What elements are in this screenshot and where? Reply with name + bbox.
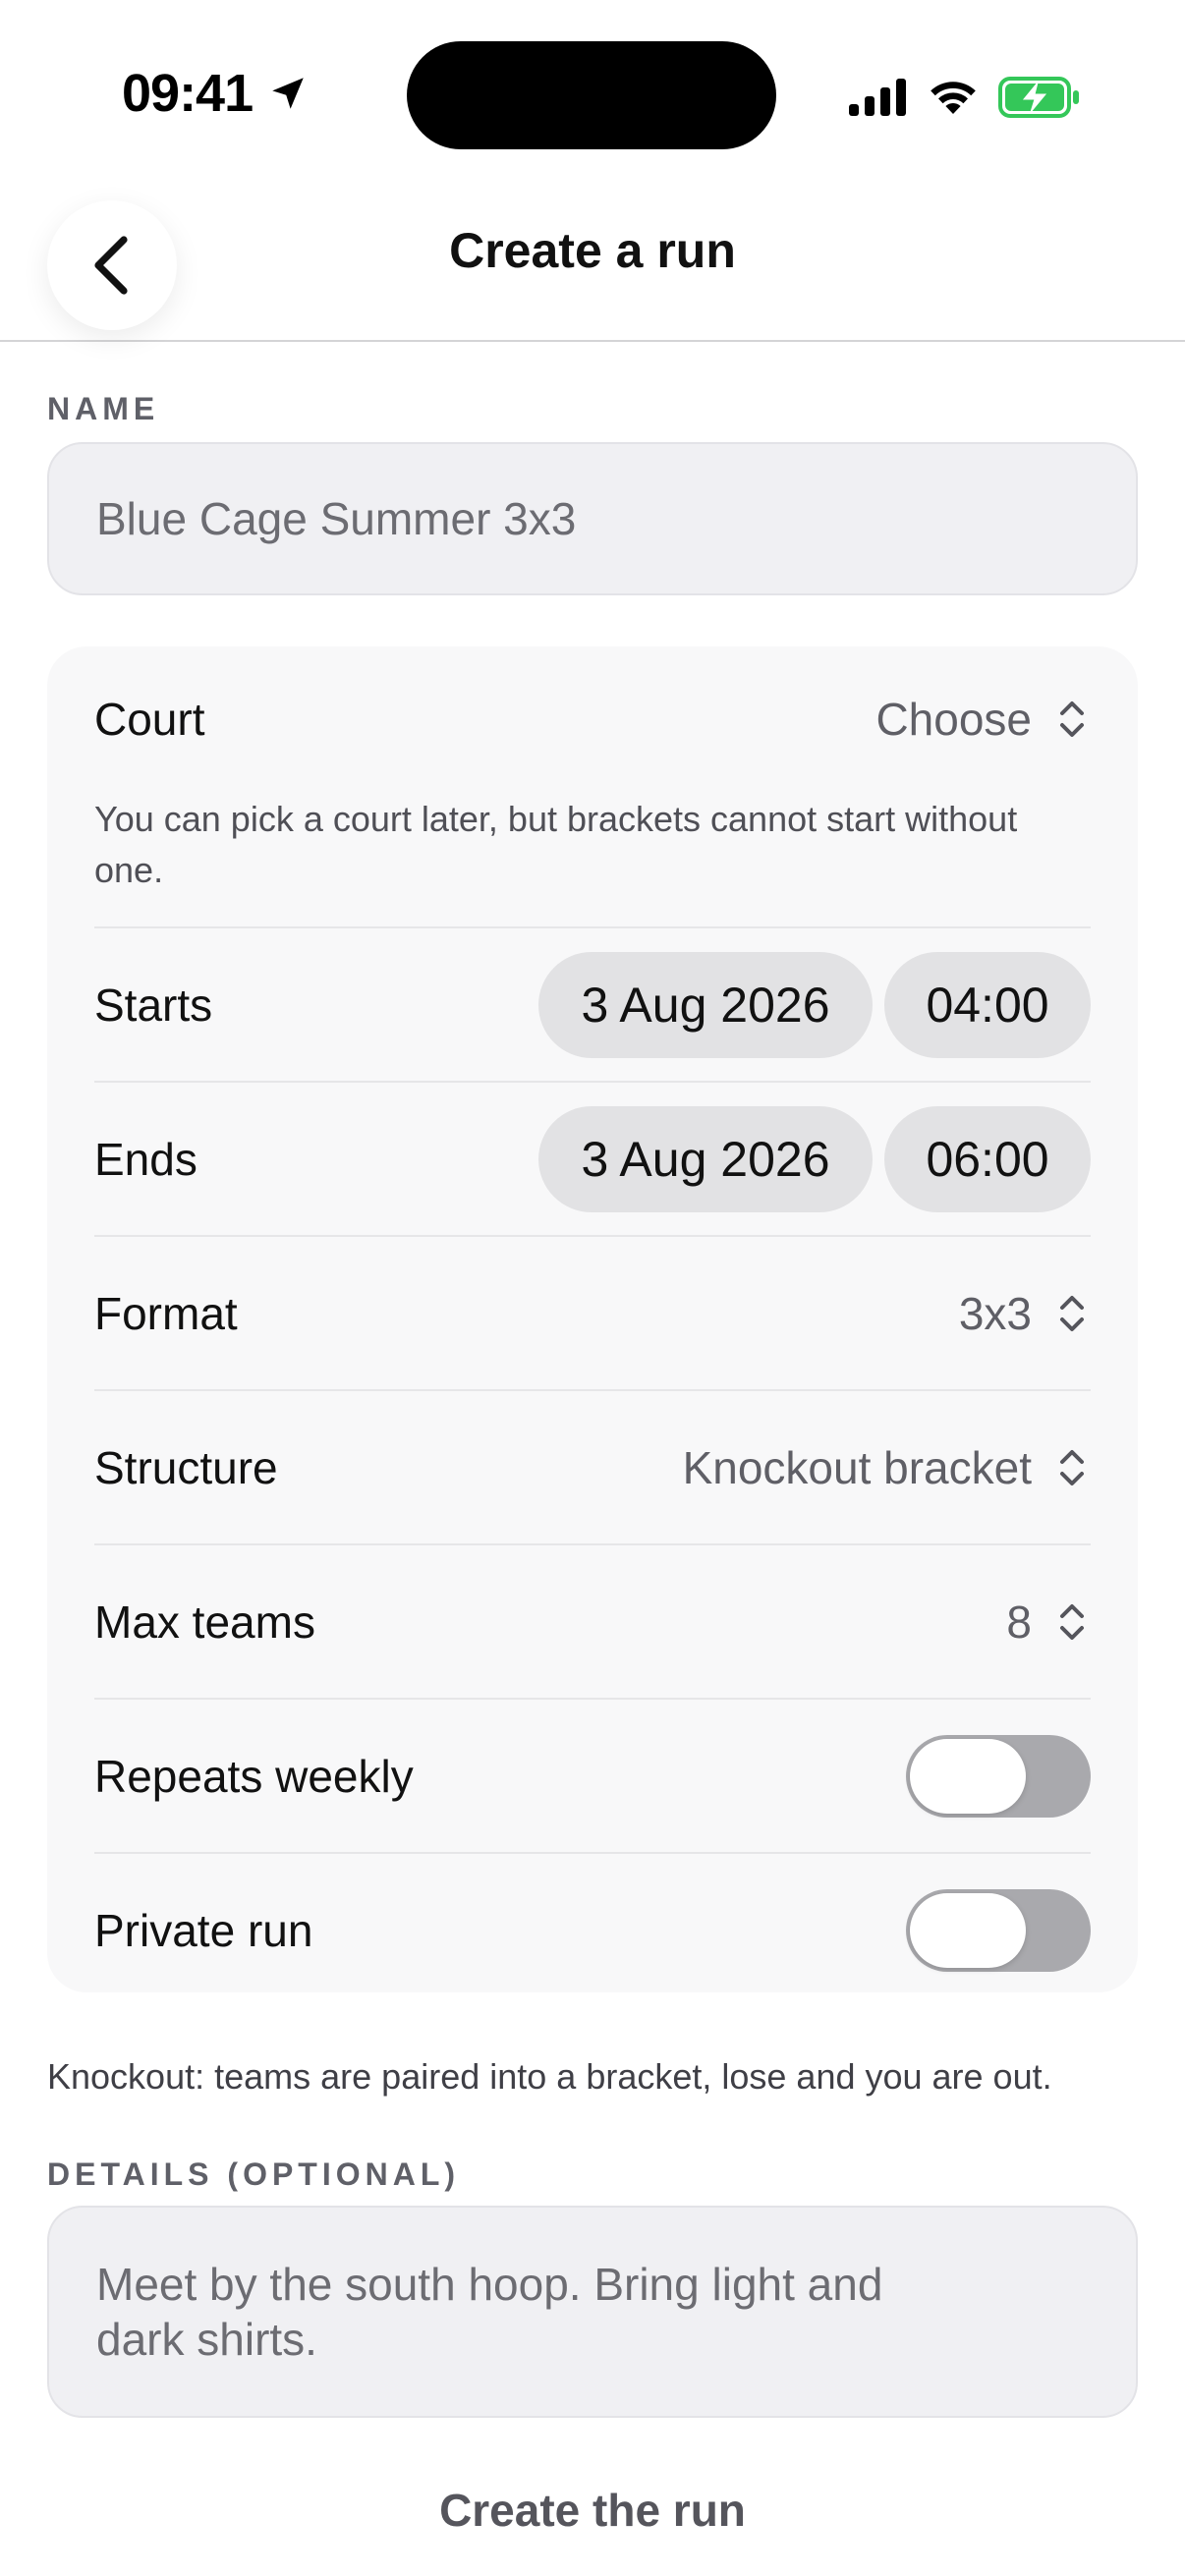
- court-picker-value[interactable]: Choose: [875, 693, 1032, 746]
- details-textarea[interactable]: Meet by the south hoop. Bring light and …: [47, 2206, 1138, 2418]
- repeats-weekly-label: Repeats weekly: [94, 1750, 414, 1802]
- status-time: 09:41: [122, 64, 254, 123]
- structure-explanation-text: Knockout: teams are paired into a bracke…: [47, 2056, 1052, 2097]
- starts-row: Starts 3 Aug 2026 04:00: [94, 926, 1091, 1081]
- page-title: Create a run: [449, 223, 736, 278]
- structure-row[interactable]: Structure Knockout bracket: [94, 1389, 1091, 1543]
- ends-row: Ends 3 Aug 2026 06:00: [94, 1081, 1091, 1235]
- cellular-signal-icon: [849, 79, 906, 116]
- max-teams-picker-value[interactable]: 8: [1006, 1596, 1032, 1649]
- name-input[interactable]: Blue Cage Summer 3x3: [47, 442, 1138, 595]
- battery-charging-icon: [998, 77, 1079, 118]
- chevron-up-down-icon: [1060, 1295, 1084, 1331]
- format-label: Format: [94, 1287, 238, 1339]
- chevron-up-down-icon: [1060, 701, 1084, 737]
- structure-picker-value[interactable]: Knockout bracket: [683, 1441, 1032, 1494]
- ends-label: Ends: [94, 1133, 198, 1185]
- chevron-up-down-icon: [1060, 1603, 1084, 1640]
- create-run-screen: 09:41 Create a run NAME Blue Cage Summer…: [0, 0, 1185, 2576]
- details-placeholder-line-2: dark shirts.: [96, 2314, 317, 2365]
- run-settings-card: Court Choose You can pick a court later,…: [47, 646, 1138, 1992]
- starts-label: Starts: [94, 979, 213, 1031]
- structure-label: Structure: [94, 1441, 278, 1493]
- court-label: Court: [94, 694, 205, 745]
- starts-time-button[interactable]: 04:00: [884, 951, 1091, 1058]
- format-row[interactable]: Format 3x3: [94, 1235, 1091, 1389]
- name-input-value: Blue Cage Summer 3x3: [96, 493, 577, 544]
- location-arrow-icon: [272, 78, 304, 109]
- name-section-label: NAME: [47, 391, 160, 426]
- toggle-knob: [910, 1892, 1026, 1968]
- starts-date-button[interactable]: 3 Aug 2026: [538, 951, 873, 1058]
- details-section-label: DETAILS (OPTIONAL): [47, 2156, 461, 2192]
- private-run-row: Private run: [94, 1852, 1091, 2006]
- private-run-label: Private run: [94, 1904, 313, 1956]
- ends-date-button[interactable]: 3 Aug 2026: [538, 1105, 873, 1212]
- private-run-toggle[interactable]: [906, 1888, 1091, 1972]
- dynamic-island: [407, 41, 776, 149]
- details-placeholder-line-1: Meet by the south hoop. Bring light and: [96, 2259, 883, 2310]
- max-teams-label: Max teams: [94, 1596, 315, 1648]
- repeats-weekly-row: Repeats weekly: [94, 1698, 1091, 1852]
- max-teams-row[interactable]: Max teams 8: [94, 1543, 1091, 1698]
- ends-time-button[interactable]: 06:00: [884, 1105, 1091, 1212]
- court-hint-text: You can pick a court later, but brackets…: [94, 799, 1018, 890]
- create-run-button[interactable]: Create the run: [0, 2484, 1185, 2537]
- wifi-icon: [931, 82, 976, 114]
- toggle-knob: [910, 1738, 1026, 1814]
- court-row[interactable]: Court Choose You can pick a court later,…: [94, 646, 1091, 926]
- navigation-bar: Create a run: [0, 177, 1185, 342]
- format-picker-value[interactable]: 3x3: [959, 1287, 1032, 1340]
- status-bar: 09:41: [0, 0, 1185, 177]
- repeats-weekly-toggle[interactable]: [906, 1734, 1091, 1818]
- chevron-up-down-icon: [1060, 1449, 1084, 1485]
